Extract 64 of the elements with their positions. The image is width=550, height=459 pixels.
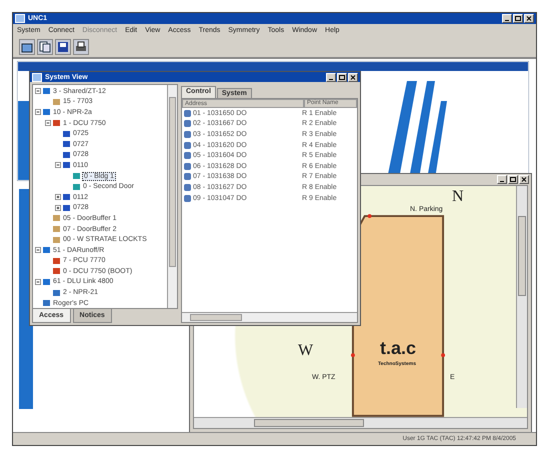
minimize-button[interactable] <box>502 14 512 23</box>
node-icon <box>53 226 60 232</box>
point-icon <box>184 194 191 202</box>
point-icon <box>184 142 191 149</box>
node-icon <box>53 258 60 264</box>
horizontal-scrollbar[interactable] <box>194 417 527 428</box>
horizontal-scrollbar[interactable] <box>182 312 357 322</box>
close-button[interactable] <box>348 72 358 82</box>
point-icon <box>184 173 191 180</box>
node-icon <box>43 278 50 285</box>
close-button[interactable] <box>519 175 529 184</box>
print-icon <box>75 41 87 53</box>
collapse-icon[interactable] <box>35 247 41 254</box>
window-icon <box>32 72 42 82</box>
node-icon <box>63 141 70 148</box>
point-icon <box>184 130 191 138</box>
maximize-button[interactable] <box>508 175 518 184</box>
node-icon <box>53 120 60 126</box>
collapse-icon[interactable] <box>35 109 41 116</box>
toolbar-button[interactable] <box>73 39 89 55</box>
node-icon <box>43 247 50 254</box>
node-icon <box>43 88 50 94</box>
collapse-icon[interactable] <box>35 278 41 285</box>
point-icon <box>184 162 191 170</box>
collapse-icon[interactable] <box>45 120 51 126</box>
toolbar-button[interactable] <box>37 39 53 55</box>
app-icon <box>15 14 25 23</box>
toolbar-button[interactable] <box>19 39 35 55</box>
folder-icon <box>21 41 33 53</box>
expand-icon[interactable] <box>55 204 61 211</box>
point-icon <box>184 110 191 117</box>
node-icon <box>43 300 50 306</box>
node-icon <box>53 98 60 105</box>
toolbar-button[interactable] <box>55 39 71 55</box>
maximize-button[interactable] <box>513 14 523 23</box>
close-button[interactable] <box>524 14 534 23</box>
node-icon <box>63 204 70 211</box>
point-icon <box>184 152 191 160</box>
compass-label: W <box>298 342 314 360</box>
node-icon <box>53 268 60 274</box>
node-icon <box>63 152 70 158</box>
maximize-button[interactable] <box>337 72 347 82</box>
vertical-scrollbar[interactable] <box>167 85 177 308</box>
node-icon <box>53 215 60 222</box>
node-icon <box>63 194 70 200</box>
node-icon <box>53 290 60 296</box>
node-icon <box>63 162 70 168</box>
collapse-icon[interactable] <box>35 88 41 94</box>
compass-label: N <box>452 188 464 206</box>
minimize-button[interactable] <box>497 175 507 184</box>
logo-text: t.a.c <box>380 338 416 359</box>
vertical-scrollbar[interactable] <box>516 186 527 408</box>
point-icon <box>184 184 191 191</box>
collapse-icon[interactable] <box>55 162 61 168</box>
expand-icon[interactable] <box>55 194 61 200</box>
node-icon <box>53 236 60 243</box>
node-icon <box>73 173 80 180</box>
save-icon <box>57 41 69 53</box>
pages-icon <box>39 41 51 53</box>
node-icon <box>73 184 80 190</box>
point-icon <box>184 120 191 128</box>
node-icon <box>63 130 70 137</box>
node-icon <box>43 109 50 116</box>
minimize-button[interactable] <box>326 72 336 82</box>
